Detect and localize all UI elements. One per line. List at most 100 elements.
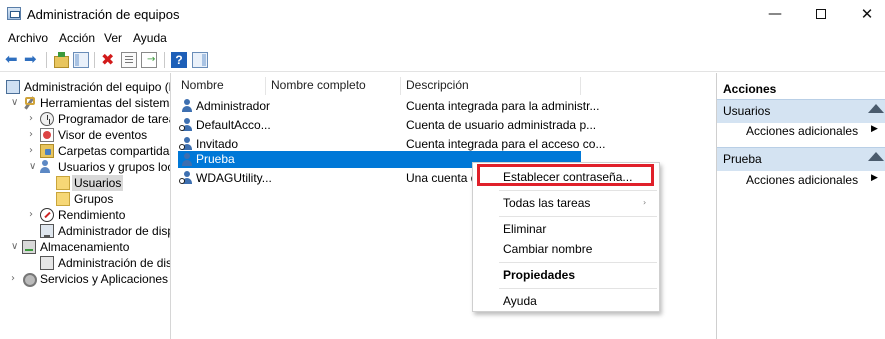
- close-button[interactable]: ✕: [844, 0, 885, 28]
- disk-icon: [40, 256, 54, 270]
- show-hide-action-pane-icon[interactable]: [192, 52, 208, 68]
- column-separator[interactable]: [265, 77, 266, 95]
- row-name: DefaultAcco...: [196, 118, 271, 132]
- column-header-name[interactable]: Nombre: [181, 78, 224, 92]
- menu-item-delete[interactable]: Eliminar: [503, 222, 546, 236]
- actions-item-additional[interactable]: Acciones adicionales ▶: [746, 173, 878, 187]
- tree-item-label: Rendimiento: [58, 208, 126, 222]
- actions-section-usuarios[interactable]: Usuarios: [717, 99, 885, 123]
- performance-icon: [40, 208, 54, 222]
- shared-folder-icon: [40, 144, 54, 158]
- submenu-arrow-icon: ›: [643, 198, 647, 207]
- expand-chevron-icon[interactable]: ›: [29, 143, 33, 159]
- up-folder-icon[interactable]: [53, 52, 69, 68]
- toolbar-separator: [46, 52, 47, 68]
- properties-icon[interactable]: [121, 52, 137, 68]
- menu-item-all-tasks[interactable]: Todas las tareas: [503, 196, 590, 210]
- tree-item-label: Visor de eventos: [58, 128, 148, 142]
- forward-arrow-icon[interactable]: ➡: [24, 52, 40, 68]
- tree-item-label: Grupos: [74, 192, 114, 206]
- row-name: Prueba: [196, 152, 235, 166]
- tree-item-label: Administración de disco: [58, 256, 170, 270]
- folder-icon: [56, 176, 70, 190]
- actions-item-additional[interactable]: Acciones adicionales ▶: [746, 124, 878, 138]
- collapse-chevron-icon[interactable]: ∨: [11, 239, 18, 255]
- computer-management-icon: [7, 7, 21, 20]
- menu-ayuda[interactable]: Ayuda: [133, 31, 167, 45]
- user-disabled-icon: [179, 118, 194, 132]
- collapse-chevron-icon[interactable]: ∨: [11, 95, 18, 111]
- collapse-triangle-icon[interactable]: [868, 104, 884, 113]
- menu-ver[interactable]: Ver: [104, 31, 122, 45]
- maximize-button[interactable]: [798, 0, 844, 28]
- expand-chevron-icon[interactable]: ›: [11, 271, 15, 287]
- action-label: Acciones adicionales: [746, 173, 859, 187]
- collapse-chevron-icon[interactable]: ∨: [29, 159, 36, 175]
- row-description: Cuenta de usuario administrada p...: [406, 118, 597, 132]
- highlight-box: [477, 164, 654, 186]
- tree-item-label: Usuarios: [72, 175, 124, 191]
- actions-section-prueba[interactable]: Prueba: [717, 147, 885, 171]
- expand-chevron-icon[interactable]: ›: [29, 127, 33, 143]
- help-icon[interactable]: ?: [171, 52, 187, 68]
- tree-item-label: Programador de tareas: [58, 112, 171, 126]
- collapse-triangle-icon[interactable]: [868, 152, 884, 161]
- tree-item-label: Administrador de dispos: [58, 224, 170, 238]
- expand-chevron-icon[interactable]: ›: [29, 111, 33, 127]
- event-viewer-icon: [40, 128, 54, 142]
- back-arrow-icon[interactable]: ⬅: [5, 52, 21, 68]
- section-title: Usuarios: [723, 104, 771, 118]
- actions-header: Acciones: [723, 82, 777, 96]
- show-hide-tree-icon[interactable]: [73, 52, 89, 68]
- disabled-badge-icon: [179, 178, 185, 184]
- column-header-description[interactable]: Descripción: [406, 78, 469, 92]
- column-separator[interactable]: [580, 77, 581, 95]
- clock-icon: [40, 112, 54, 126]
- storage-icon: [22, 240, 36, 254]
- action-label: Acciones adicionales: [746, 124, 859, 138]
- row-description: Cuenta integrada para la administr...: [406, 99, 600, 113]
- menu-archivo[interactable]: Archivo: [8, 31, 48, 45]
- user-icon: [180, 153, 194, 167]
- submenu-arrow-icon: ▶: [871, 173, 878, 183]
- users-icon: [40, 160, 54, 174]
- export-list-icon[interactable]: [141, 52, 157, 68]
- tools-icon: [22, 96, 36, 110]
- menu-accion[interactable]: Acción: [59, 31, 95, 45]
- delete-icon[interactable]: ✖: [101, 52, 117, 68]
- toolbar-separator: [94, 52, 95, 68]
- menu-bar: Archivo Acción Ver Ayuda: [0, 28, 885, 48]
- tree-item-label: Herramientas del sistema: [40, 96, 171, 110]
- folder-icon: [56, 192, 70, 206]
- submenu-arrow-icon: ▶: [871, 124, 878, 134]
- disabled-badge-icon: [179, 144, 185, 150]
- console-tree: Administración del equipo (loca ∨ Herram…: [0, 73, 171, 339]
- column-header-full-name[interactable]: Nombre completo: [271, 78, 366, 92]
- menu-item-rename[interactable]: Cambiar nombre: [503, 242, 592, 256]
- minimize-button[interactable]: —: [752, 0, 798, 28]
- menu-separator: [499, 190, 657, 191]
- section-title: Prueba: [723, 152, 762, 166]
- actions-pane: Acciones Usuarios Acciones adicionales ▶…: [716, 73, 885, 339]
- row-name: Administrador: [196, 99, 271, 113]
- tree-item-label: Carpetas compartidas: [58, 144, 171, 158]
- disabled-badge-icon: [179, 125, 185, 131]
- user-icon: [180, 99, 194, 113]
- maximize-icon: [816, 9, 826, 19]
- tree-item-label: Usuarios y grupos locale: [58, 160, 170, 174]
- menu-separator: [499, 262, 657, 263]
- expand-chevron-icon[interactable]: ›: [29, 207, 33, 223]
- window-title: Administración de equipos: [27, 7, 180, 22]
- device-manager-icon: [40, 224, 54, 238]
- tree-item-label: Administración del equipo (loca: [24, 80, 171, 94]
- menu-separator: [499, 288, 657, 289]
- menu-item-help[interactable]: Ayuda: [503, 294, 537, 308]
- services-icon: [22, 272, 37, 287]
- title-bar: Administración de equipos — ✕: [0, 0, 885, 28]
- table-row[interactable]: Administrador Cuenta integrada para la a…: [178, 97, 599, 115]
- user-disabled-icon: [179, 137, 194, 151]
- column-separator[interactable]: [400, 77, 401, 95]
- menu-separator: [499, 216, 657, 217]
- menu-item-properties[interactable]: Propiedades: [503, 268, 575, 282]
- table-row[interactable]: DefaultAcco... Cuenta de usuario adminis…: [178, 116, 596, 134]
